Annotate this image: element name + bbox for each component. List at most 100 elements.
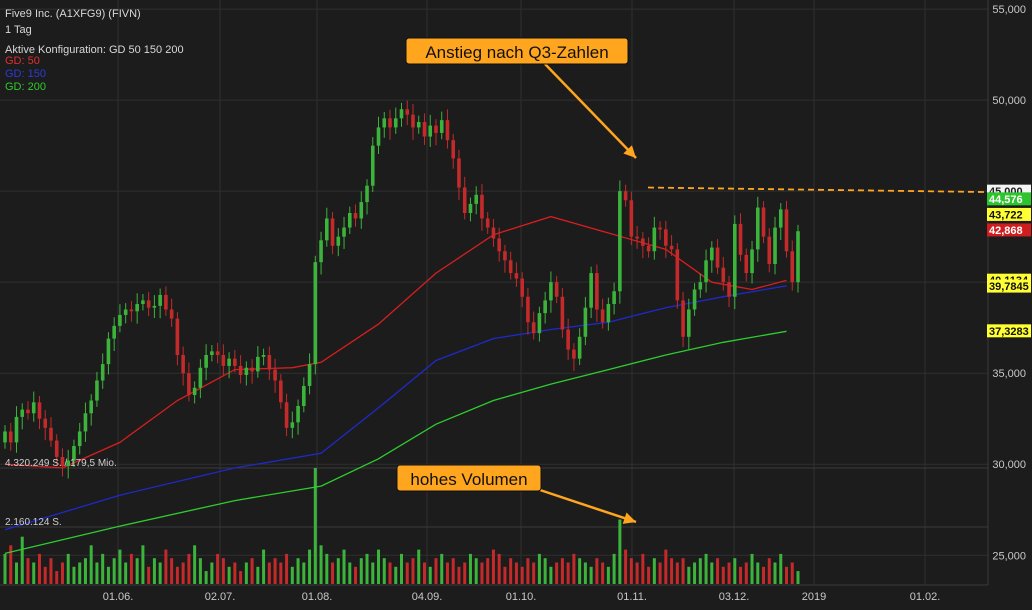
candle-body [54, 440, 59, 457]
candle-body [3, 431, 7, 443]
candle-body [204, 355, 208, 368]
candle-body [790, 251, 795, 283]
volume-bar [537, 553, 541, 584]
candle-body [129, 309, 134, 312]
candle-body [416, 121, 421, 128]
volume-bar [612, 553, 616, 584]
candle-body [307, 364, 312, 386]
candle-body [767, 236, 772, 264]
candle-body [485, 218, 490, 228]
volume-bar [543, 558, 547, 584]
volume-bar [371, 562, 375, 584]
volume-bar [354, 566, 358, 584]
candle-body [692, 289, 697, 310]
y-tick-label: 35,000 [992, 368, 1026, 380]
candle-body [434, 125, 438, 133]
candle-body [37, 402, 42, 419]
volume-bar [658, 562, 662, 584]
chart-stage: 25,00030,00035,00040,00045,00050,00055,0… [0, 0, 1032, 610]
candle-body [761, 207, 766, 237]
x-tick-label: 02.07. [205, 591, 236, 603]
volume-bar [463, 562, 467, 584]
candle-body [14, 416, 19, 443]
volume-bar [221, 558, 225, 584]
volume-bar [468, 553, 472, 584]
candle-body [261, 355, 266, 357]
volume-bar [474, 558, 478, 584]
y-tick-label: 30,000 [992, 459, 1026, 471]
x-tick-label: 01.06. [103, 591, 134, 603]
candle-body [750, 249, 754, 274]
candle-body [721, 267, 726, 283]
volume-bar [89, 545, 93, 584]
candle-body [554, 282, 559, 297]
candle-body [560, 296, 565, 330]
candle-body [428, 125, 433, 137]
legend-sma50: GD: 50 [5, 55, 40, 67]
volume-bar [762, 566, 766, 584]
volume-bar [296, 558, 300, 584]
candle-body [20, 409, 25, 417]
volume-arrow [539, 488, 637, 524]
volume-bar [480, 562, 484, 584]
volume-mid-label: 2.160.124 S. [5, 517, 62, 528]
volume-bar [308, 549, 312, 584]
candle-body [164, 294, 168, 310]
volume-bar [664, 549, 668, 584]
volume-bar [78, 562, 82, 584]
volume-bar [319, 545, 323, 584]
candle-body [480, 194, 484, 219]
volume-bar [135, 558, 139, 584]
volume-bar [721, 566, 725, 584]
candle-body [347, 213, 352, 228]
volume-bar [698, 558, 702, 584]
volume-bar [675, 562, 679, 584]
volume-bar [325, 553, 329, 584]
volume-bar [526, 558, 530, 584]
volume-bar [629, 558, 633, 584]
candle-body [141, 300, 145, 305]
volume-bar [687, 566, 691, 584]
candle-body [95, 380, 99, 401]
candle-body [497, 238, 501, 252]
volume-bar [141, 545, 145, 584]
volume-bar [256, 566, 260, 584]
candle-body [118, 314, 122, 326]
candle-body [600, 309, 605, 323]
volume-bar [509, 558, 513, 584]
candle-body [324, 218, 329, 241]
volume-bar [382, 558, 386, 584]
volume-bar [55, 571, 59, 584]
candle-body [393, 118, 398, 128]
candle-body [233, 358, 237, 366]
candle-body [635, 236, 639, 239]
candle-body [336, 236, 341, 246]
volume-bar [566, 562, 570, 584]
candle-body [738, 223, 743, 255]
candle-body [359, 202, 364, 219]
volume-bar [422, 562, 426, 584]
chart-period: 1 Tag [5, 24, 32, 36]
candle-body [514, 273, 519, 279]
volume-bar [170, 558, 174, 584]
candle-body [267, 355, 272, 370]
candle-body [583, 307, 588, 337]
candle-body [439, 120, 444, 133]
candle-body [31, 402, 36, 414]
sma200-line [4, 330, 787, 555]
volume-bar [733, 558, 737, 584]
candle-body [618, 191, 622, 292]
volume-bar [60, 562, 64, 584]
candle-body [273, 369, 277, 381]
volume-bar [716, 558, 720, 584]
volume-bar [313, 467, 317, 584]
x-tick-label: 2019 [802, 591, 826, 603]
volume-bar [739, 566, 743, 584]
candle-body [549, 282, 553, 301]
candle-body [89, 400, 93, 414]
volume-bar [572, 553, 576, 584]
candle-body [451, 140, 456, 159]
candle-body [405, 109, 410, 115]
candle-body [106, 338, 111, 365]
volume-bar [440, 553, 444, 584]
